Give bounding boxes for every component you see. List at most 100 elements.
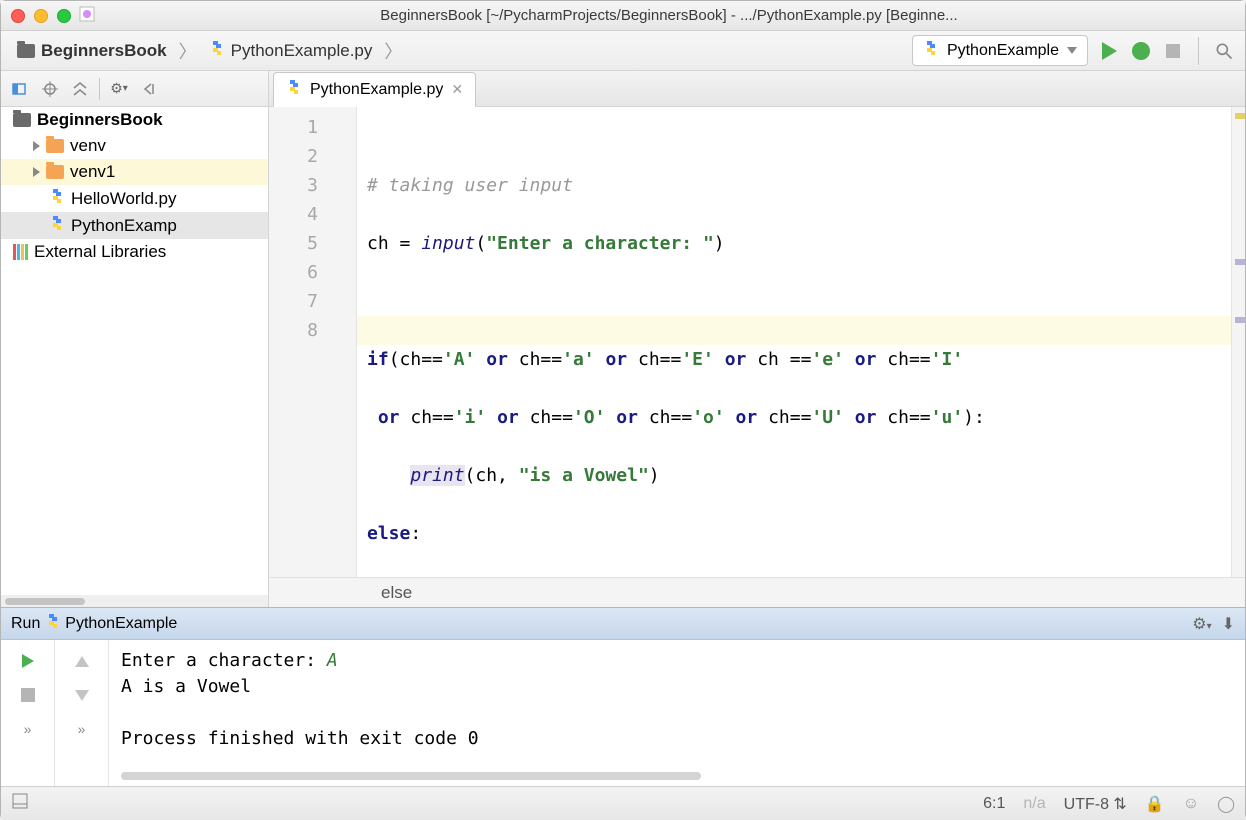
tree-folder-venv1[interactable]: venv1 <box>1 159 268 185</box>
code-token: input <box>421 233 475 254</box>
python-file-icon <box>923 40 939 61</box>
collapse-all-button[interactable] <box>67 76 93 102</box>
marker-bar[interactable] <box>1231 107 1245 577</box>
folder-icon <box>46 165 64 179</box>
project-view-button[interactable] <box>7 76 33 102</box>
run-button[interactable] <box>1098 40 1120 62</box>
tree-file-helloworld[interactable]: HelloWorld.py <box>1 185 268 212</box>
code-token: "is a Vowel" <box>519 465 649 486</box>
breadcrumb-file[interactable]: PythonExample.py <box>203 37 379 64</box>
stop-button[interactable] <box>1162 40 1184 62</box>
expand-icon[interactable] <box>33 167 40 177</box>
encoding-label: UTF-8 <box>1064 796 1109 813</box>
project-tree[interactable]: BeginnersBook venv venv1 HelloWorld.py P… <box>1 107 268 595</box>
rerun-button[interactable] <box>15 648 41 674</box>
run-panel-header[interactable]: Run PythonExample ⚙▾ ⬇ <box>1 608 1245 640</box>
run-config-name: PythonExample <box>65 615 177 633</box>
code-token: (ch== <box>389 349 443 370</box>
run-config-selector[interactable]: PythonExample <box>912 35 1088 66</box>
chevron-double-icon: » <box>78 721 86 737</box>
run-controls-left: » <box>1 640 55 786</box>
tree-external-libraries[interactable]: External Libraries <box>1 239 268 265</box>
tree-root[interactable]: BeginnersBook <box>1 107 268 133</box>
folder-icon <box>46 139 64 153</box>
inspector-icon[interactable]: ☺ <box>1183 795 1199 813</box>
notifications-icon[interactable]: ◯ <box>1217 794 1235 814</box>
console-text: A is a Vowel <box>121 674 1233 700</box>
code-token: or <box>486 407 529 428</box>
expand-icon[interactable] <box>33 141 40 151</box>
scroll-from-source-button[interactable] <box>37 76 63 102</box>
sidebar-settings-button[interactable]: ⚙▾ <box>106 76 132 102</box>
window-controls <box>11 9 71 23</box>
tool-window-button[interactable] <box>11 792 29 815</box>
debug-button[interactable] <box>1130 40 1152 62</box>
folder-icon <box>13 113 31 127</box>
gutter[interactable]: 1 2 3 4 5 6 7 8 <box>269 107 357 577</box>
line-number: 2 <box>269 142 356 171</box>
code-token: or <box>595 349 638 370</box>
warning-marker[interactable] <box>1235 113 1245 119</box>
code-token: ( <box>475 233 486 254</box>
arrow-down-icon <box>75 690 89 701</box>
maximize-window-button[interactable] <box>57 9 71 23</box>
code-token: 'I' <box>931 349 964 370</box>
info-marker[interactable] <box>1235 317 1245 323</box>
code-token: or <box>725 407 768 428</box>
cursor-position[interactable]: 6:1 <box>983 795 1005 813</box>
run-label: Run <box>11 615 40 633</box>
main-toolbar: BeginnersBook 〉 PythonExample.py 〉 Pytho… <box>1 31 1245 71</box>
editor-tab-pythonexample[interactable]: PythonExample.py ✕ <box>273 72 476 107</box>
chevron-right-icon: 〉 <box>179 38 197 64</box>
stop-run-button[interactable] <box>15 682 41 708</box>
scrollbar-thumb[interactable] <box>5 598 85 605</box>
lock-icon[interactable]: 🔒 <box>1145 794 1165 814</box>
minimize-window-button[interactable] <box>34 9 48 23</box>
line-number: 4 <box>269 200 356 229</box>
up-button[interactable] <box>69 648 95 674</box>
encoding-selector[interactable]: UTF-8 ⇅ <box>1064 794 1127 814</box>
more-button[interactable]: » <box>15 716 41 742</box>
run-settings-button[interactable]: ⚙▾ <box>1192 614 1211 634</box>
code-editor[interactable]: 1 2 3 4 5 6 7 8 # taking user input ch =… <box>269 107 1245 577</box>
code-token: 'A' <box>443 349 476 370</box>
editor-area: PythonExample.py ✕ 1 2 3 4 5 6 7 8 # tak… <box>269 71 1245 607</box>
breadcrumb-project[interactable]: BeginnersBook <box>11 38 173 64</box>
tree-item-label: venv1 <box>70 162 115 182</box>
editor-tabs: PythonExample.py ✕ <box>269 71 1245 107</box>
code-content[interactable]: # taking user input ch = input("Enter a … <box>357 107 1231 577</box>
code-token: "Enter a character: " <box>486 233 714 254</box>
down-button[interactable] <box>69 682 95 708</box>
close-icon[interactable]: ✕ <box>451 81 463 98</box>
export-button[interactable]: ⬇ <box>1222 614 1235 634</box>
code-token: 'e' <box>811 349 844 370</box>
code-token: 'i' <box>454 407 487 428</box>
sidebar-scrollbar[interactable] <box>1 595 268 607</box>
breadcrumb: BeginnersBook 〉 PythonExample.py 〉 <box>11 37 402 64</box>
python-file-icon <box>45 613 61 634</box>
run-body: » » Enter a character: A A is a Vowel Pr… <box>1 640 1245 786</box>
app-icon <box>79 6 95 25</box>
code-token: ch== <box>530 407 573 428</box>
code-token: ch== <box>649 407 692 428</box>
tree-file-pythonexample[interactable]: PythonExamp <box>1 212 268 239</box>
indent-info[interactable]: n/a <box>1023 795 1045 813</box>
sidebar-toolbar: ⚙▾ <box>1 71 268 107</box>
run-config-label: PythonExample <box>947 42 1059 60</box>
search-button[interactable] <box>1213 40 1235 62</box>
code-token: or <box>844 349 887 370</box>
scrollbar-thumb[interactable] <box>121 772 701 780</box>
code-token: ch== <box>519 349 562 370</box>
info-marker[interactable] <box>1235 259 1245 265</box>
close-window-button[interactable] <box>11 9 25 23</box>
code-token: ch== <box>887 349 930 370</box>
editor-breadcrumb[interactable]: else <box>269 577 1245 607</box>
console-scrollbar[interactable] <box>121 772 1233 782</box>
chevron-right-icon: 〉 <box>384 38 402 64</box>
console-output[interactable]: Enter a character: A A is a Vowel Proces… <box>109 640 1245 786</box>
tree-folder-venv[interactable]: venv <box>1 133 268 159</box>
console-user-input: A <box>327 650 338 671</box>
play-icon <box>1102 42 1117 60</box>
hide-sidebar-button[interactable] <box>136 76 162 102</box>
more-button[interactable]: » <box>69 716 95 742</box>
